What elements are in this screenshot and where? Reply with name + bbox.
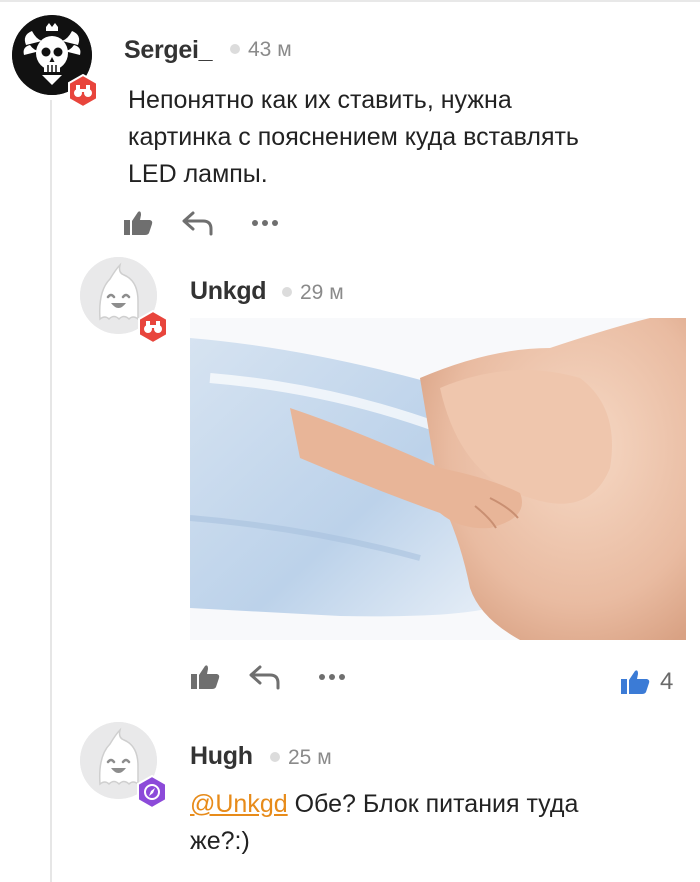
comment-text-line: LED лампы.	[128, 160, 268, 188]
comment-text: Непонятно как их ставить, нужна картинка…	[128, 82, 688, 193]
comment-text-line: @Unkgd Обе? Блок питания туда	[190, 786, 690, 823]
reply-arrow-icon[interactable]	[248, 664, 282, 690]
reply-arrow-icon[interactable]	[181, 210, 215, 236]
comment-author[interactable]: Sergei_	[124, 36, 213, 65]
illustration-image[interactable]	[190, 318, 686, 640]
separator-dot	[282, 287, 292, 297]
thread-line	[50, 100, 52, 882]
comment-text-fragment: Обе? Блок питания туда	[287, 790, 579, 818]
separator-dot	[230, 44, 240, 54]
thumbs-up-icon[interactable]	[123, 210, 153, 236]
rating-thumbs-up-icon[interactable]	[620, 669, 650, 695]
comment-text-line: картинка с пояснением куда вставлять	[128, 123, 579, 151]
top-divider	[0, 0, 700, 2]
thumbs-up-icon[interactable]	[190, 664, 220, 690]
comment-text-line: же?:)	[190, 827, 250, 855]
comment-author[interactable]: Unkgd	[190, 277, 267, 306]
comment-author[interactable]: Hugh	[190, 742, 253, 771]
mention-link[interactable]: @Unkgd	[190, 790, 288, 818]
more-dots-icon[interactable]	[318, 673, 346, 681]
comment-actions	[123, 210, 279, 236]
comment-time: 29 м	[300, 281, 344, 304]
binoculars-badge-icon	[137, 309, 169, 345]
comment-text: @Unkgd Обе? Блок питания туда же?:)	[190, 786, 690, 860]
comment-actions	[190, 664, 346, 690]
binoculars-badge-icon	[67, 73, 99, 109]
comment-time: 43 м	[248, 38, 292, 61]
comment-text-line: Непонятно как их ставить, нужна	[128, 86, 512, 114]
compass-badge-icon	[136, 774, 168, 810]
comment-time: 25 м	[288, 746, 332, 769]
separator-dot	[270, 752, 280, 762]
rating-value: 4	[660, 668, 674, 695]
more-dots-icon[interactable]	[251, 219, 279, 227]
comment-rating: 4	[620, 668, 673, 696]
